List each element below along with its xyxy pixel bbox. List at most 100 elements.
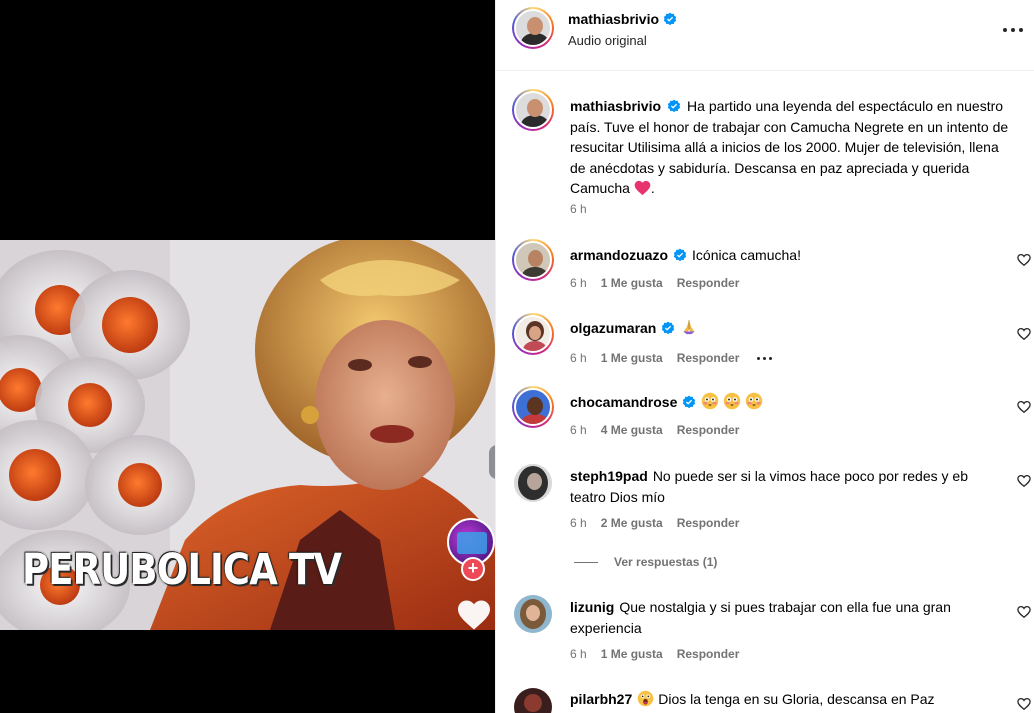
comment-time[interactable]: 6 h <box>570 276 587 290</box>
comment-avatar-image <box>514 388 552 426</box>
comment-text-row: pilarbh27 Dios la tenga en su Gloria, des… <box>570 689 1000 710</box>
comment-text-row: armandozuazo Icónica camucha! <box>570 245 1000 266</box>
comment-avatar[interactable] <box>512 313 554 355</box>
verified-badge-icon <box>683 395 696 409</box>
comment-text-row: lizunig Que nostalgia y si pues trabajar … <box>570 597 1000 639</box>
avatar-figure <box>522 267 548 277</box>
avatar-face <box>526 605 540 621</box>
more-options-icon[interactable] <box>1003 20 1025 40</box>
post-header: mathiasbrivio Audio original <box>496 0 1034 60</box>
follow-plus-icon[interactable]: + <box>461 557 485 581</box>
comment-options-icon[interactable] <box>755 349 773 363</box>
comment-body: Dios la tenga en su Gloria, descansa en … <box>658 691 935 707</box>
like-comment-heart-icon[interactable] <box>1017 605 1031 619</box>
verified-badge-icon <box>673 248 687 262</box>
comment-time[interactable]: 6 h <box>570 647 587 661</box>
comment-avatar[interactable] <box>512 239 554 281</box>
comment-avatar[interactable] <box>514 595 552 633</box>
like-comment-heart-icon[interactable] <box>1017 474 1031 488</box>
reply-button[interactable]: Responder <box>677 276 740 290</box>
comment-time[interactable]: 6 h <box>570 516 587 530</box>
author-username[interactable]: mathiasbrivio <box>568 11 659 27</box>
replies-divider-line <box>574 562 598 564</box>
post-caption: mathiasbrivio Ha partido una leyenda del … <box>570 96 1010 199</box>
author-avatar[interactable] <box>512 7 554 49</box>
like-comment-heart-icon[interactable] <box>1017 327 1031 341</box>
comment-text-row: olgazumaran <box>570 318 1000 339</box>
comment-meta: 6 h 1 Me gusta Responder <box>570 276 739 290</box>
astonished-face-emoji-icon <box>637 690 654 707</box>
comment-time[interactable]: 6 h <box>570 423 587 437</box>
comment-avatar[interactable] <box>512 386 554 428</box>
avatar-figure <box>523 341 547 351</box>
header-divider <box>496 70 1034 71</box>
verified-badge-icon <box>667 99 681 113</box>
video-frame[interactable]: PERUBOLICA TV <box>0 240 495 630</box>
comment-username[interactable]: olgazumaran <box>570 320 656 336</box>
comment-likes[interactable]: 1 Me gusta <box>601 647 663 661</box>
avatar-face <box>528 250 543 267</box>
comment-username[interactable]: armandozuazo <box>570 247 668 263</box>
comment-username[interactable]: steph19pad <box>570 468 648 484</box>
reply-button[interactable]: Responder <box>677 423 740 437</box>
comment-time[interactable]: 6 h <box>570 351 587 365</box>
avatar-face <box>527 397 543 415</box>
caption-username[interactable]: mathiasbrivio <box>570 98 661 114</box>
flushed-face-emoji-icon <box>702 392 719 410</box>
comment-username[interactable]: lizunig <box>570 599 614 615</box>
avatar-overlay-graphic <box>457 532 487 554</box>
avatar-face <box>529 326 541 340</box>
comment-body: Icónica camucha! <box>692 247 801 263</box>
comment-avatar-image <box>514 241 552 279</box>
heart-overlay-icon[interactable] <box>456 599 492 631</box>
view-replies-button[interactable]: Ver respuestas (1) <box>574 555 717 569</box>
comment-body: Que nostalgia y si pues trabajar con ell… <box>570 599 951 636</box>
author-avatar-image <box>514 9 552 47</box>
avatar-face <box>527 17 543 35</box>
caption-timestamp[interactable]: 6 h <box>570 202 587 216</box>
avatar-figure <box>521 33 549 45</box>
verified-badge-icon <box>662 321 675 335</box>
comment-text-row: chocamandrose <box>570 392 1000 413</box>
pink-heart-emoji-icon <box>634 180 651 196</box>
like-comment-heart-icon[interactable] <box>1017 253 1031 267</box>
comment-likes[interactable]: 1 Me gusta <box>601 351 663 365</box>
comment-avatar[interactable] <box>514 688 552 713</box>
reply-button[interactable]: Responder <box>677 516 740 530</box>
view-replies-label: Ver respuestas (1) <box>614 555 718 569</box>
like-comment-heart-icon[interactable] <box>1017 697 1031 711</box>
comment-avatar-image <box>514 595 552 633</box>
avatar-face <box>527 99 543 117</box>
avatar-face <box>524 694 542 712</box>
audio-label[interactable]: Audio original <box>568 33 647 48</box>
post-details-panel: mathiasbrivio Audio original mathiasbriv… <box>495 0 1034 713</box>
media-panel[interactable]: PERUBOLICA TV + <box>0 0 495 713</box>
caption-avatar-image <box>514 91 552 129</box>
watermark-text: PERUBOLICA TV <box>22 545 342 595</box>
comment-meta: 6 h 4 Me gusta Responder <box>570 423 739 437</box>
comment-username[interactable]: chocamandrose <box>570 394 677 410</box>
comment-avatar-image <box>514 315 552 353</box>
caption-author-avatar[interactable] <box>512 89 554 131</box>
comment-text-row: steph19pad No puede ser si la vimos hace … <box>570 466 1000 508</box>
avatar-figure <box>521 115 549 127</box>
comment-likes[interactable]: 2 Me gusta <box>601 516 663 530</box>
comment-avatar-image <box>514 688 552 713</box>
reply-button[interactable]: Responder <box>677 351 740 365</box>
flushed-face-emoji-icon <box>724 392 741 410</box>
like-comment-heart-icon[interactable] <box>1017 400 1031 414</box>
comment-avatar[interactable] <box>514 464 552 502</box>
instagram-post-view: PERUBOLICA TV + mathiasbrivio Audio orig… <box>0 0 1034 713</box>
comment-meta: 6 h 1 Me gusta Responder <box>570 349 773 365</box>
reply-button[interactable]: Responder <box>677 647 740 661</box>
comment-meta: 6 h 2 Me gusta Responder <box>570 516 739 530</box>
avatar-face <box>527 473 542 490</box>
caption-end-punct: . <box>650 180 655 196</box>
comment-likes[interactable]: 4 Me gusta <box>601 423 663 437</box>
flushed-face-emoji-icon <box>745 392 763 410</box>
comment-likes[interactable]: 1 Me gusta <box>601 276 663 290</box>
praying-hands-emoji-icon <box>683 320 695 335</box>
comment-meta: 6 h 1 Me gusta Responder <box>570 647 739 661</box>
comment-username[interactable]: pilarbh27 <box>570 691 632 707</box>
verified-badge-icon <box>663 12 677 26</box>
